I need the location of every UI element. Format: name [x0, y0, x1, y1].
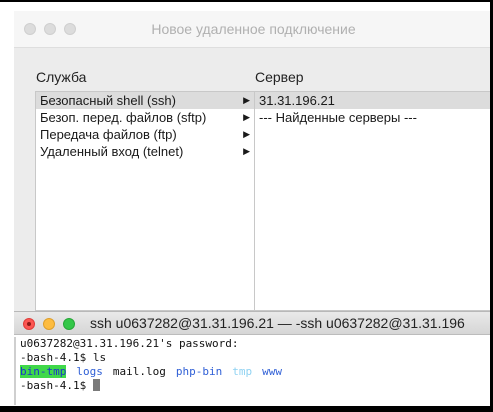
server-item-separator: --- Найденные серверы ---	[255, 109, 493, 126]
service-column-header: Служба	[36, 69, 87, 85]
server-list: 31.31.196.21 --- Найденные серверы ---	[254, 91, 493, 311]
service-item-label: Безоп. перед. файлов (sftp)	[40, 110, 207, 125]
ls-command-line: -bash-4.1$ ls	[20, 351, 107, 364]
play-arrow-icon: ▶	[243, 129, 250, 139]
ls-entry-mail-log: mail.log	[112, 365, 166, 378]
screen-border-top	[0, 0, 493, 2]
service-item-label: Удаленный вход (telnet)	[40, 144, 184, 159]
service-item-label: Передача файлов (ftp)	[40, 127, 177, 142]
ls-output-line: bin-tmp logs mail.log php-bin tmp www	[20, 365, 493, 379]
ls-entry-php-bin: php-bin	[175, 365, 223, 378]
current-prompt-line: -bash-4.1$	[20, 379, 493, 393]
terminal-title: ssh u0637282@31.31.196.21 — -ssh u063728…	[90, 315, 465, 331]
service-item-ftp[interactable]: Передача файлов (ftp) ▶	[36, 126, 254, 143]
play-arrow-icon: ▶	[243, 95, 250, 105]
play-arrow-icon: ▶	[243, 146, 250, 156]
server-item-label: 31.31.196.21	[259, 93, 335, 108]
terminal-titlebar: ssh u0637282@31.31.196.21 — -ssh u063728…	[14, 311, 493, 335]
zoom-button[interactable]	[63, 318, 75, 330]
service-item-label: Безопасный shell (ssh)	[40, 93, 176, 108]
terminal-window: ssh u0637282@31.31.196.21 — -ssh u063728…	[14, 311, 493, 405]
text-cursor	[92, 379, 100, 391]
server-item-label: --- Найденные серверы ---	[259, 110, 417, 125]
password-prompt-line: u0637282@31.31.196.21's password:	[20, 337, 239, 350]
service-list: Безопасный shell (ssh) ▶ Безоп. перед. ф…	[35, 91, 255, 311]
service-item-sftp[interactable]: Безоп. перед. файлов (sftp) ▶	[36, 109, 254, 126]
ls-entry-www: www	[262, 365, 282, 378]
server-column-header: Сервер	[255, 69, 304, 85]
ls-entry-logs: logs	[76, 365, 103, 378]
minimize-button[interactable]	[43, 318, 55, 330]
dialog-titlebar: Новое удаленное подключение	[14, 11, 493, 48]
shell-prompt: -bash-4.1$	[20, 379, 93, 392]
service-item-ssh[interactable]: Безопасный shell (ssh) ▶	[36, 92, 254, 109]
dialog-title: Новое удаленное подключение	[151, 21, 356, 37]
service-item-telnet[interactable]: Удаленный вход (telnet) ▶	[36, 143, 254, 160]
screen-border-bottom	[0, 406, 493, 412]
new-remote-connection-window: Новое удаленное подключение Служба Серве…	[14, 11, 493, 311]
ls-entry-tmp: tmp	[232, 365, 253, 378]
ls-entry-bin-tmp: bin-tmp	[20, 365, 67, 378]
terminal-output[interactable]: u0637282@31.31.196.21's password: -bash-…	[14, 337, 493, 405]
close-button[interactable]	[23, 318, 35, 330]
server-item[interactable]: 31.31.196.21	[255, 92, 493, 109]
play-arrow-icon: ▶	[243, 112, 250, 122]
